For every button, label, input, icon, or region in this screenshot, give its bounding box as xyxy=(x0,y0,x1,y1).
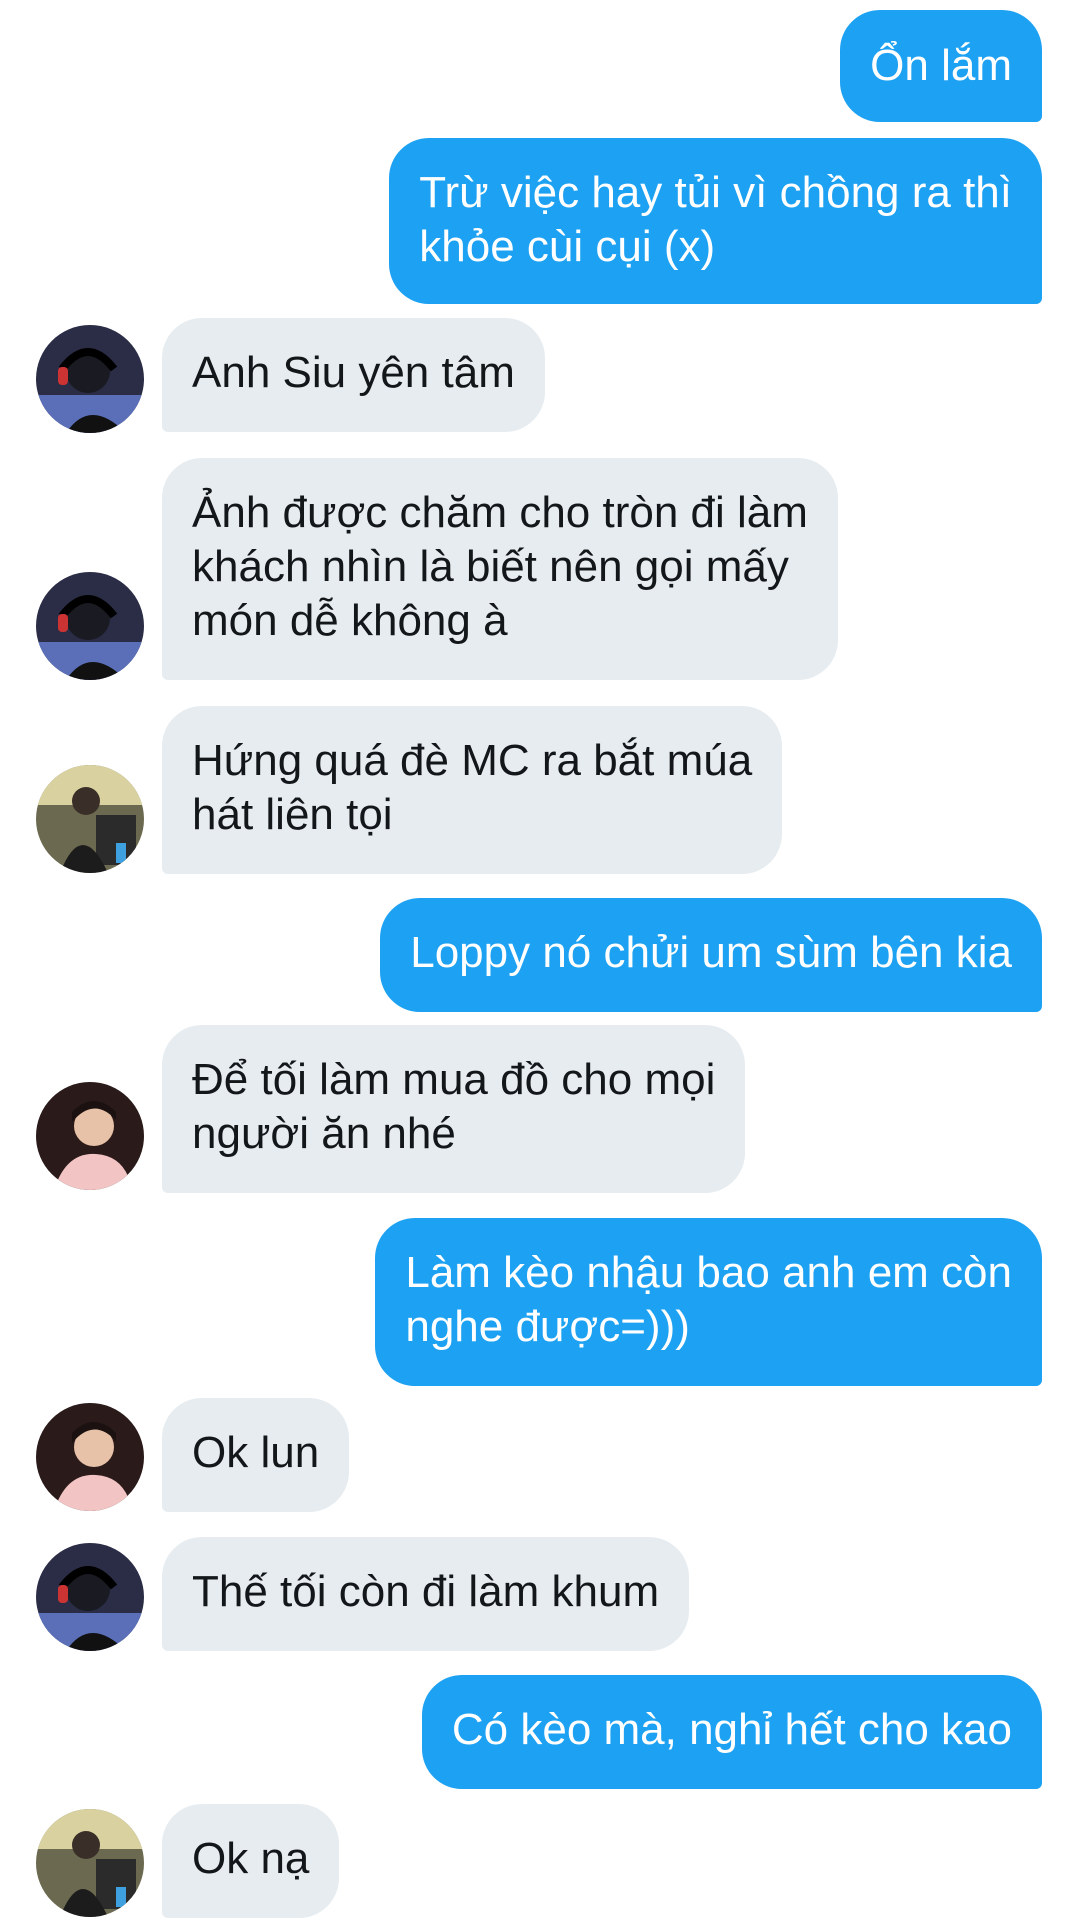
message-text: Ok nạ xyxy=(192,1834,310,1883)
outgoing-message[interactable]: Làm kèo nhậu bao anh em còn nghe được=))… xyxy=(375,1218,1042,1386)
avatar-gym-icon[interactable] xyxy=(36,765,144,873)
incoming-message[interactable]: Để tối làm mua đồ cho mọi người ăn nhé xyxy=(162,1025,746,1193)
avatar-pink-jacket-icon[interactable] xyxy=(36,1082,144,1190)
message-line: nghe được=))) xyxy=(405,1302,690,1351)
message-line: món dễ không à xyxy=(192,596,508,645)
message-line: khách nhìn là biết nên gọi mấy xyxy=(192,542,789,591)
avatar-headset-icon[interactable] xyxy=(36,1543,144,1651)
message-text: Có kèo mà, nghỉ hết cho kao xyxy=(451,1705,1012,1754)
message-text: Thế tối còn đi làm khum xyxy=(192,1567,660,1616)
incoming-message[interactable]: Thế tối còn đi làm khum xyxy=(162,1537,690,1651)
outgoing-message[interactable]: Ổn lắm xyxy=(840,10,1042,122)
message-text: Anh Siu yên tâm xyxy=(192,348,515,397)
avatar-headset-icon[interactable] xyxy=(36,325,144,433)
message-line: Ảnh được chăm cho tròn đi làm xyxy=(192,488,808,537)
avatar-headset-icon[interactable] xyxy=(36,572,144,680)
incoming-message[interactable]: Ok nạ xyxy=(162,1804,340,1918)
outgoing-message[interactable]: Trừ việc hay tủi vì chồng ra thì khỏe cù… xyxy=(389,138,1042,304)
avatar-pink-jacket-icon[interactable] xyxy=(36,1403,144,1511)
message-line: Hứng quá đè MC ra bắt múa xyxy=(192,736,753,785)
incoming-message[interactable]: Ảnh được chăm cho tròn đi làm khách nhìn… xyxy=(162,458,838,680)
message-text: Ok lun xyxy=(192,1428,320,1477)
incoming-message[interactable]: Hứng quá đè MC ra bắt múa hát liên tọi xyxy=(162,706,783,874)
message-text: Loppy nó chửi um sùm bên kia xyxy=(410,928,1012,977)
message-line: người ăn nhé xyxy=(192,1109,456,1158)
avatar-gym-icon[interactable] xyxy=(36,1809,144,1917)
incoming-message[interactable]: Anh Siu yên tâm xyxy=(162,318,545,432)
message-line: khỏe cùi cụi (x) xyxy=(419,222,716,271)
outgoing-message[interactable]: Loppy nó chửi um sùm bên kia xyxy=(380,898,1042,1012)
outgoing-message[interactable]: Có kèo mà, nghỉ hết cho kao xyxy=(421,1675,1042,1789)
incoming-message[interactable]: Ok lun xyxy=(162,1398,350,1512)
message-line: hát liên tọi xyxy=(192,790,393,839)
message-line: Để tối làm mua đồ cho mọi xyxy=(192,1055,716,1104)
message-line: Làm kèo nhậu bao anh em còn xyxy=(405,1248,1012,1297)
message-line: Trừ việc hay tủi vì chồng ra thì xyxy=(419,168,1012,217)
message-text: Ổn lắm xyxy=(870,41,1012,90)
